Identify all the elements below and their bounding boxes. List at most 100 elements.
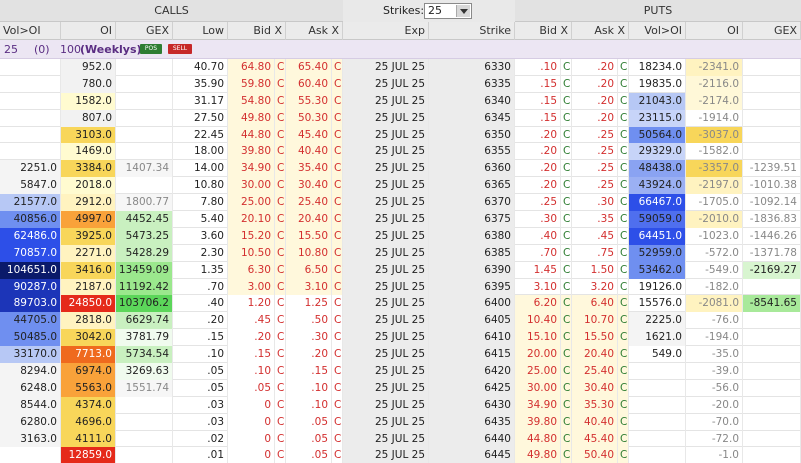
put-bid-exch-cell[interactable]: C xyxy=(561,396,572,414)
put-bid-cell[interactable]: .20 xyxy=(515,177,561,195)
header-call-ask[interactable]: Ask X xyxy=(286,22,343,40)
exp-cell[interactable]: 25 JUL 25 xyxy=(343,379,429,397)
put-vol-oi-cell[interactable] xyxy=(629,447,686,463)
put-ask-exch-cell[interactable]: C xyxy=(618,194,629,212)
put-ask-exch-cell[interactable]: C xyxy=(618,379,629,397)
put-bid-exch-cell[interactable]: C xyxy=(561,160,572,178)
put-vol-oi-cell[interactable]: 52959.0 xyxy=(629,244,686,262)
call-bid-cell[interactable]: 15.20 xyxy=(228,227,275,245)
call-vol-oi-cell[interactable]: 5847.0 xyxy=(0,177,61,195)
call-vol-oi-cell[interactable]: 8544.0 xyxy=(0,396,61,414)
call-oi-cell[interactable]: 4374.0 xyxy=(61,396,116,414)
call-ask-exch-cell[interactable]: C xyxy=(332,346,343,364)
table-row[interactable]: 89703.0 24850.0 103706.2.40 1.20 C 1.25 C 25 JU… xyxy=(0,295,801,313)
put-gex-cell[interactable]: -1371.78 xyxy=(743,244,801,262)
call-ask-cell[interactable]: .50 xyxy=(286,312,332,330)
put-bid-exch-cell[interactable]: C xyxy=(561,177,572,195)
put-ask-exch-cell[interactable]: C xyxy=(618,126,629,144)
call-bid-cell[interactable]: 30.00 xyxy=(228,177,275,195)
low-cell[interactable]: 35.90 xyxy=(173,75,228,93)
header-put-vol-oi[interactable]: Vol>OI xyxy=(629,22,686,40)
put-oi-cell[interactable]: -2081.0 xyxy=(686,295,743,313)
strikes-select[interactable]: 25 xyxy=(424,3,472,19)
table-row[interactable]: 50485.0 3042.0 3781.79.15.20 C .30 C 25 JUL 25… xyxy=(0,329,801,347)
call-bid-cell[interactable]: .05 xyxy=(228,379,275,397)
call-vol-oi-cell[interactable]: 2251.0 xyxy=(0,160,61,178)
put-ask-exch-cell[interactable]: C xyxy=(618,211,629,228)
exp-cell[interactable]: 25 JUL 25 xyxy=(343,109,429,127)
put-gex-cell[interactable] xyxy=(743,413,801,431)
low-cell[interactable]: .70 xyxy=(173,278,228,296)
low-cell[interactable]: 22.45 xyxy=(173,126,228,144)
put-gex-cell[interactable] xyxy=(743,346,801,364)
put-bid-cell[interactable]: 3.10 xyxy=(515,278,561,296)
low-cell[interactable]: 1.35 xyxy=(173,261,228,279)
exp-cell[interactable]: 25 JUL 25 xyxy=(343,59,429,76)
put-gex-cell[interactable]: -1836.83 xyxy=(743,211,801,228)
put-vol-oi-cell[interactable]: 23115.0 xyxy=(629,109,686,127)
call-ask-exch-cell[interactable]: C xyxy=(332,447,343,463)
put-ask-exch-cell[interactable]: C xyxy=(618,261,629,279)
strike-cell[interactable]: 6430 xyxy=(429,396,515,414)
call-ask-exch-cell[interactable]: C xyxy=(332,430,343,448)
call-ask-cell[interactable]: .05 xyxy=(286,447,332,463)
call-gex-cell[interactable] xyxy=(116,447,173,463)
call-gex-cell[interactable]: 5734.54 xyxy=(116,346,173,364)
put-vol-oi-cell[interactable]: 50564.0 xyxy=(629,126,686,144)
put-oi-cell[interactable]: -1705.0 xyxy=(686,194,743,212)
low-cell[interactable]: .20 xyxy=(173,312,228,330)
put-ask-exch-cell[interactable]: C xyxy=(618,92,629,110)
header-call-oi[interactable]: OI xyxy=(61,22,116,40)
put-gex-cell[interactable] xyxy=(743,447,801,463)
put-bid-cell[interactable]: .15 xyxy=(515,92,561,110)
low-cell[interactable]: .03 xyxy=(173,396,228,414)
put-vol-oi-cell[interactable] xyxy=(629,413,686,431)
put-ask-cell[interactable]: .25 xyxy=(572,177,618,195)
call-vol-oi-cell[interactable] xyxy=(0,143,61,161)
call-bid-exch-cell[interactable]: C xyxy=(275,379,286,397)
exp-cell[interactable]: 25 JUL 25 xyxy=(343,363,429,380)
call-bid-exch-cell[interactable]: C xyxy=(275,396,286,414)
call-bid-exch-cell[interactable]: C xyxy=(275,329,286,347)
call-bid-cell[interactable]: 6.30 xyxy=(228,261,275,279)
put-oi-cell[interactable]: -1582.0 xyxy=(686,143,743,161)
call-gex-cell[interactable] xyxy=(116,59,173,76)
low-cell[interactable]: 2.30 xyxy=(173,244,228,262)
put-oi-cell[interactable]: -2197.0 xyxy=(686,177,743,195)
put-vol-oi-cell[interactable] xyxy=(629,363,686,380)
put-bid-cell[interactable]: 39.80 xyxy=(515,413,561,431)
put-oi-cell[interactable]: -3357.0 xyxy=(686,160,743,178)
table-row[interactable]: 40856.0 4997.0 4452.45 5.40 20.10 C 20.40 C 25 J… xyxy=(0,211,801,228)
put-bid-exch-cell[interactable]: C xyxy=(561,329,572,347)
call-oi-cell[interactable]: 1469.0 xyxy=(61,143,116,161)
put-bid-cell[interactable]: 20.00 xyxy=(515,346,561,364)
call-bid-cell[interactable]: .10 xyxy=(228,363,275,380)
put-ask-exch-cell[interactable]: C xyxy=(618,329,629,347)
call-ask-exch-cell[interactable]: C xyxy=(332,413,343,431)
call-ask-exch-cell[interactable]: C xyxy=(332,261,343,279)
call-ask-exch-cell[interactable]: C xyxy=(332,143,343,161)
call-vol-oi-cell[interactable] xyxy=(0,447,61,463)
low-cell[interactable]: 18.00 xyxy=(173,143,228,161)
strike-cell[interactable]: 6445 xyxy=(429,447,515,463)
put-bid-cell[interactable]: .20 xyxy=(515,143,561,161)
table-row[interactable]: 62486.0 3925.0 5473.25 3.60 15.20 C 15.50 C 25 J… xyxy=(0,227,801,245)
table-row[interactable]: 6280.0 4696.0.03 0 C .05 C 25 JUL 25 6435 39.80 C… xyxy=(0,413,801,431)
exp-cell[interactable]: 25 JUL 25 xyxy=(343,160,429,178)
call-bid-cell[interactable]: 0 xyxy=(228,430,275,448)
call-oi-cell[interactable]: 2912.0 xyxy=(61,194,116,212)
strike-cell[interactable]: 6400 xyxy=(429,295,515,313)
call-ask-cell[interactable]: .05 xyxy=(286,430,332,448)
put-vol-oi-cell[interactable]: 66467.0 xyxy=(629,194,686,212)
table-row[interactable]: 952.0 40.70 64.80 C 65.40 C 25 JUL 25 6330.10 C.… xyxy=(0,59,801,76)
call-vol-oi-cell[interactable]: 3163.0 xyxy=(0,430,61,448)
call-vol-oi-cell[interactable]: 40856.0 xyxy=(0,211,61,228)
call-bid-exch-cell[interactable]: C xyxy=(275,346,286,364)
call-ask-cell[interactable]: 40.40 xyxy=(286,143,332,161)
put-gex-cell[interactable] xyxy=(743,92,801,110)
put-bid-cell[interactable]: .70 xyxy=(515,244,561,262)
low-cell[interactable]: .02 xyxy=(173,430,228,448)
call-bid-cell[interactable]: 54.80 xyxy=(228,92,275,110)
call-vol-oi-cell[interactable] xyxy=(0,75,61,93)
call-ask-exch-cell[interactable]: C xyxy=(332,194,343,212)
